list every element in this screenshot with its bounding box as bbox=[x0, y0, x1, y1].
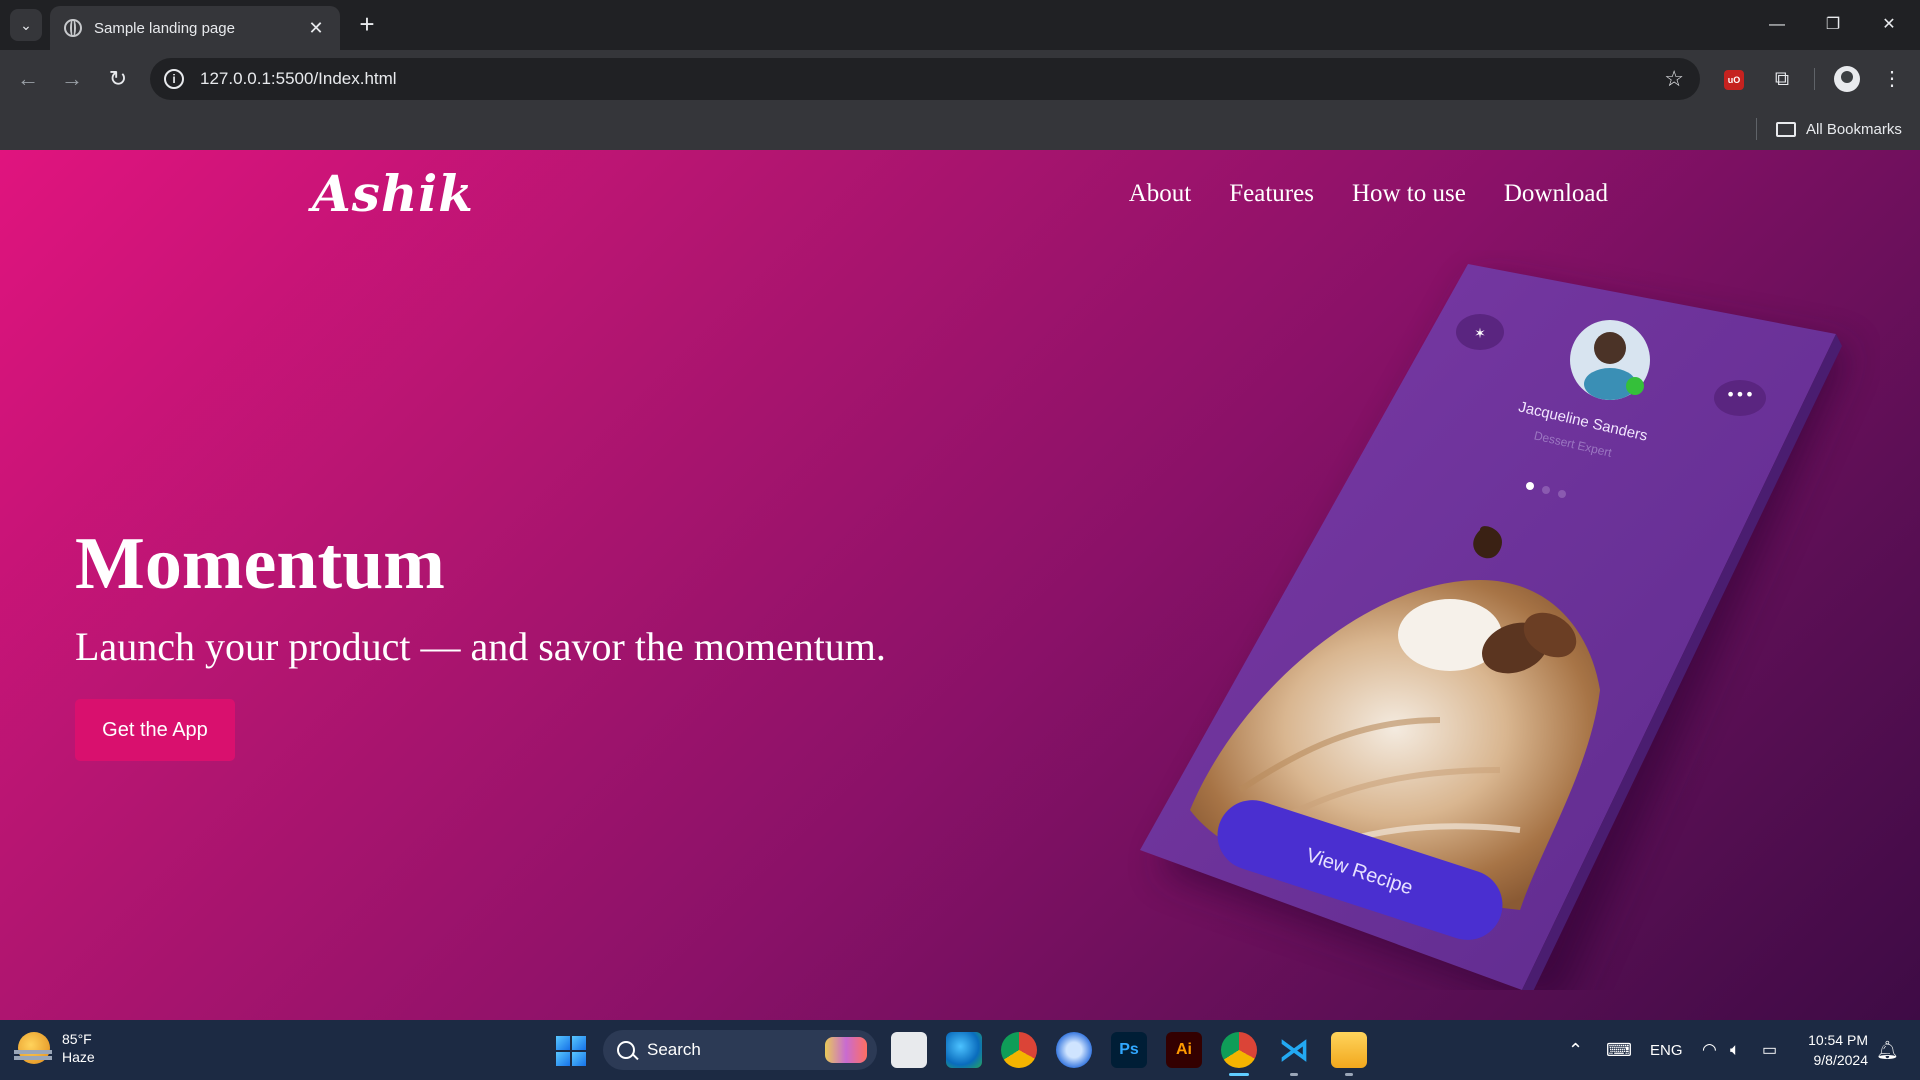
browser-tab[interactable]: Sample landing page ✕ bbox=[50, 6, 340, 50]
vscode-icon[interactable]: ⋊ bbox=[1276, 1032, 1312, 1076]
globe-icon bbox=[64, 19, 82, 37]
photoshop-icon[interactable]: Ps bbox=[1111, 1032, 1147, 1068]
folder-icon bbox=[1776, 121, 1796, 137]
tab-close-icon[interactable]: ✕ bbox=[306, 18, 326, 39]
all-bookmarks-label: All Bookmarks bbox=[1806, 120, 1902, 138]
ublock-extension-icon[interactable]: uO bbox=[1724, 70, 1744, 90]
illustrator-icon[interactable]: Ai bbox=[1166, 1032, 1202, 1068]
bookmarks-bar: All Bookmarks bbox=[0, 108, 1920, 150]
language-indicator[interactable]: ENG bbox=[1650, 1020, 1683, 1080]
volume-icon[interactable]: 🔈︎ bbox=[1730, 1020, 1740, 1080]
browser-menu-icon[interactable]: ⋮ bbox=[1876, 63, 1908, 95]
nav-link-features[interactable]: Features bbox=[1229, 180, 1314, 208]
taskbar-search-box[interactable]: Search bbox=[603, 1030, 877, 1070]
url-text[interactable]: 127.0.0.1:5500/Index.html bbox=[200, 69, 1664, 89]
restore-button[interactable]: ❐ bbox=[1810, 8, 1856, 42]
hero-subtitle: Launch your product — and savor the mome… bbox=[75, 624, 886, 669]
phone-mockup-image: ✶ ••• Jacqueline Sanders Dessert Expert bbox=[1140, 264, 1850, 990]
clock-date: 9/8/2024 bbox=[1813, 1052, 1869, 1068]
notification-bell-icon[interactable]: 🔔︎ bbox=[1876, 1020, 1899, 1080]
online-status-dot bbox=[1626, 377, 1644, 395]
hero-title: Momentum bbox=[75, 523, 445, 605]
battery-icon[interactable]: ▭ bbox=[1762, 1020, 1777, 1080]
landing-page: Ashik About Features How to use Download… bbox=[0, 150, 1920, 1020]
bookmarks-divider bbox=[1756, 118, 1757, 140]
weather-temperature: 85°F bbox=[62, 1031, 92, 1047]
search-highlight-icon bbox=[825, 1037, 867, 1063]
reload-icon[interactable]: ↻ bbox=[100, 61, 136, 97]
chrome-profile-icon[interactable] bbox=[1221, 1032, 1257, 1076]
bookmark-star-icon[interactable]: ☆ bbox=[1664, 66, 1684, 92]
svg-text:•••: ••• bbox=[1726, 385, 1754, 404]
search-icon bbox=[617, 1041, 635, 1059]
chrome-icon[interactable] bbox=[1001, 1032, 1037, 1068]
tab-search-button[interactable]: ⌄ bbox=[10, 9, 42, 41]
site-logo[interactable]: Ashik bbox=[312, 164, 474, 223]
nav-link-how-to-use[interactable]: How to use bbox=[1352, 180, 1466, 208]
toolbar-divider bbox=[1814, 68, 1815, 90]
task-view-icon[interactable] bbox=[891, 1032, 927, 1068]
clock-time: 10:54 PM bbox=[1808, 1032, 1868, 1048]
haze-weather-icon bbox=[14, 1032, 52, 1064]
carousel-dot-active bbox=[1526, 482, 1534, 490]
minimize-button[interactable]: — bbox=[1754, 8, 1800, 42]
weather-widget[interactable]: 85°F Haze bbox=[14, 1030, 95, 1066]
show-hidden-icons-chevron-icon[interactable]: ⌃ bbox=[1568, 1020, 1583, 1080]
close-window-button[interactable]: ✕ bbox=[1866, 8, 1912, 42]
extensions-puzzle-icon[interactable]: ⧉ bbox=[1766, 63, 1798, 95]
svg-text:✶: ✶ bbox=[1474, 326, 1486, 342]
back-arrow-icon[interactable]: ← bbox=[10, 61, 46, 97]
nav-link-download[interactable]: Download bbox=[1504, 180, 1608, 208]
forward-arrow-icon[interactable]: → bbox=[54, 61, 90, 97]
wifi-icon[interactable]: ◠ bbox=[1702, 1020, 1717, 1080]
address-bar[interactable]: i 127.0.0.1:5500/Index.html ☆ bbox=[150, 58, 1700, 100]
main-nav: About Features How to use Download bbox=[1129, 180, 1608, 208]
get-the-app-button[interactable]: Get the App bbox=[75, 699, 235, 761]
new-tab-button[interactable]: + bbox=[352, 10, 382, 40]
nav-link-about[interactable]: About bbox=[1129, 180, 1192, 208]
all-bookmarks-button[interactable]: All Bookmarks bbox=[1776, 116, 1902, 142]
browser-toolbar: ← → ↻ i 127.0.0.1:5500/Index.html ☆ uO ⧉… bbox=[0, 50, 1920, 108]
weather-condition: Haze bbox=[62, 1049, 95, 1065]
tab-strip: ⌄ Sample landing page ✕ + — ❐ ✕ bbox=[0, 0, 1920, 50]
file-explorer-icon[interactable] bbox=[1331, 1032, 1367, 1076]
windows-start-icon[interactable] bbox=[556, 1036, 586, 1066]
copilot-icon[interactable] bbox=[1056, 1032, 1092, 1068]
system-clock[interactable]: 10:54 PM 9/8/2024 bbox=[1800, 1030, 1868, 1070]
site-info-icon[interactable]: i bbox=[164, 69, 184, 89]
tab-title: Sample landing page bbox=[94, 19, 235, 37]
keyboard-icon[interactable]: ⌨ bbox=[1606, 1020, 1632, 1080]
profile-avatar-icon[interactable] bbox=[1834, 66, 1860, 92]
carousel-dot bbox=[1558, 490, 1566, 498]
windows-taskbar: 85°F Haze Search Ps Ai ⋊ ⌃ ⌨ ENG ◠ 🔈︎ ▭ … bbox=[0, 1020, 1920, 1080]
carousel-dot bbox=[1542, 486, 1550, 494]
search-label: Search bbox=[647, 1040, 701, 1059]
edge-icon[interactable] bbox=[946, 1032, 982, 1068]
